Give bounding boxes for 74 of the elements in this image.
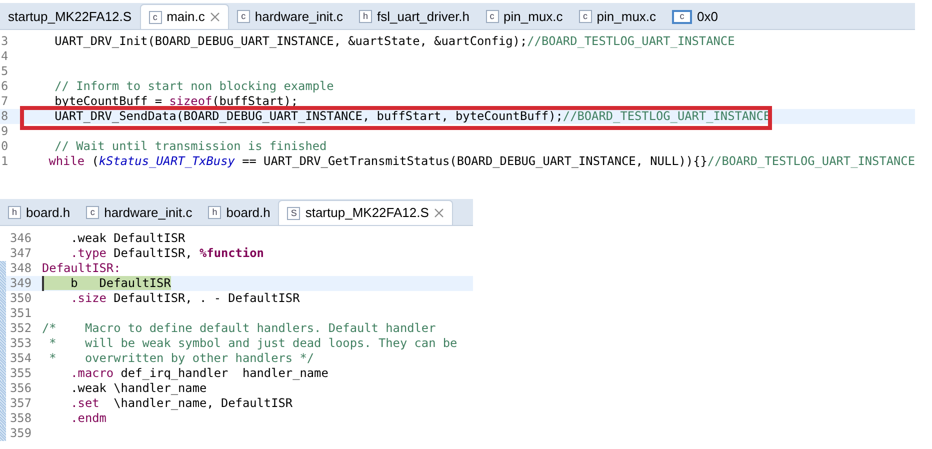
editor-tab[interactable]: c pin_mux.c (478, 4, 571, 29)
code-line: byteCountBuff = sizeof(buffStart); (54, 94, 298, 109)
tab-label: 0x0 (697, 8, 718, 26)
line-number: 355 (9, 366, 32, 381)
code-line: .size DefaultISR, . - DefaultISR (70, 291, 300, 306)
tab-label: board.h (226, 204, 270, 222)
code-line: .set \handler_name, DefaultISR (70, 396, 293, 411)
code-line: .type DefaultISR, %function (70, 246, 264, 261)
editor-tab[interactable]: startup_MK22FA12.S (0, 4, 140, 29)
tab-label: pin_mux.c (596, 8, 656, 26)
editor-tab[interactable]: h board.h (200, 200, 278, 225)
tab-label: startup_MK22FA12.S (8, 8, 132, 26)
code-line: .endm (70, 411, 106, 426)
tab-label: fsl_uart_driver.h (377, 8, 470, 26)
file-type-icon: c (148, 10, 162, 24)
editor-tab[interactable]: c hardware_init.c (228, 4, 352, 29)
file-type-icon: c (236, 10, 250, 23)
line-number: 5 (0, 64, 10, 79)
file-type-icon: c (86, 206, 100, 219)
line-number: 6 (0, 79, 10, 94)
code-line: .weak \handler_name (70, 381, 207, 396)
editor-tab[interactable]: h board.h (0, 200, 78, 225)
line-number: 9 (0, 124, 10, 139)
line-number: 349 (9, 276, 32, 291)
close-icon[interactable] (210, 12, 220, 22)
line-number: 358 (9, 411, 32, 426)
line-number: 350 (9, 291, 32, 306)
tab-label: board.h (26, 204, 70, 222)
code-line: .weak DefaultISR (70, 231, 186, 246)
line-number: 0 (0, 139, 10, 154)
tab-label: startup_MK22FA12.S (305, 204, 429, 222)
line-number: 357 (9, 396, 32, 411)
line-number: 1 (0, 154, 10, 169)
code-line: UART_DRV_SendData(BOARD_DEBUG_UART_INSTANCE, buffStart, byteCountBuff);//BOARD_TESTLOG_UART_INSTANCE (54, 109, 771, 124)
editor-tab[interactable]: c hardware_init.c (78, 200, 200, 225)
line-number: 348 (9, 261, 32, 276)
line-number: 7 (0, 94, 10, 109)
file-type-icon: h (8, 206, 21, 219)
code-line: while (kStatus_UART_TxBusy == UART_DRV_GetTransmitStatus(BOARD_DEBUG_UART_INSTANCE, NULL)){}//BOARD_TESTLOG_UART_INSTANCE (48, 154, 915, 169)
code-line: * overwritten by other handlers */ (48, 351, 314, 366)
code-line: DefaultISR: (42, 261, 121, 276)
tab-label: main.c (166, 8, 205, 26)
tab-label: hardware_init.c (254, 8, 344, 26)
line-number: 346 (9, 231, 32, 246)
editor-tab[interactable]: c main.c (140, 4, 229, 29)
line-number: 3 (0, 34, 10, 49)
code-line: /* Macro to define default handlers. Default handler (42, 321, 436, 336)
code-line: // Inform to start non blocking example (54, 79, 334, 94)
line-number: 352 (9, 321, 32, 336)
file-type-icon: c (486, 10, 499, 23)
code-line: .macro def_irq_handler handler_name (70, 366, 328, 381)
code-line: // Wait until transmission is finished (54, 139, 327, 154)
line-number: 354 (9, 351, 32, 366)
file-type-icon: S (287, 206, 300, 220)
editor-tab[interactable]: c pin_mux.c (570, 4, 664, 29)
line-number: 4 (0, 49, 10, 64)
close-icon[interactable] (434, 208, 444, 218)
file-type-icon: h (359, 10, 372, 23)
line-number: 359 (9, 426, 32, 441)
file-type-icon: c (578, 10, 592, 23)
code-line: * will be weak symbol and just dead loops. They can be (48, 336, 458, 351)
line-number: 351 (9, 306, 32, 321)
file-type-icon: c (672, 10, 692, 24)
code-line: UART_DRV_Init(BOARD_DEBUG_UART_INSTANCE, &uartState, &uartConfig);//BOARD_TESTLOG_UART_INSTANCE (54, 34, 735, 49)
editor-tab[interactable]: h fsl_uart_driver.h (351, 4, 478, 29)
line-number: 8 (0, 109, 10, 124)
line-number: 347 (9, 246, 32, 261)
file-type-icon: h (208, 206, 222, 219)
editor-tab[interactable]: S startup_MK22FA12.S (278, 200, 453, 225)
editor-tab[interactable]: c 0x0 (664, 4, 726, 29)
tab-label: hardware_init.c (104, 204, 192, 222)
tab-label: pin_mux.c (504, 8, 563, 26)
line-number: 353 (9, 336, 32, 351)
line-number: 356 (9, 381, 32, 396)
